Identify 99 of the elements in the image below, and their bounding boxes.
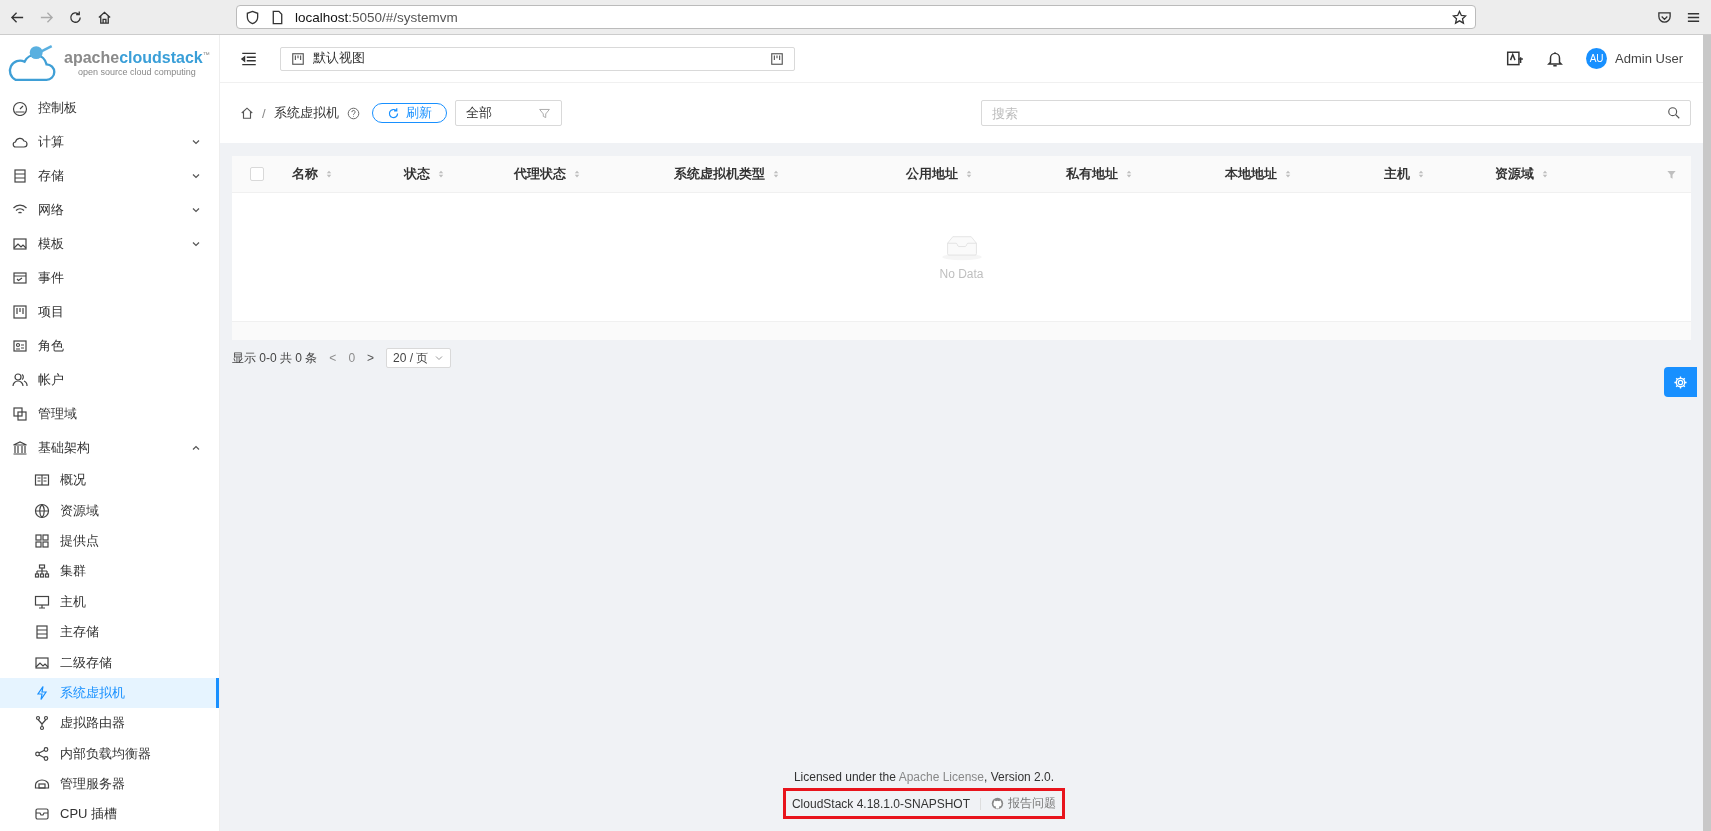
menu-item-icon <box>12 236 28 252</box>
menu-item-icon <box>34 593 50 610</box>
empty-inbox-icon <box>940 233 983 261</box>
filter-icon <box>537 106 551 120</box>
sort-icon[interactable] <box>966 169 972 179</box>
sort-icon[interactable] <box>1418 169 1424 179</box>
chevron-icon <box>434 353 445 363</box>
shield-icon <box>245 9 260 25</box>
home-icon[interactable] <box>240 106 254 120</box>
menu-item-icon <box>12 270 28 286</box>
sidebar-item[interactable]: 提供点 <box>0 525 219 557</box>
pagination-summary: 显示 0-0 共 0 条 <box>232 349 318 367</box>
version-text: CloudStack 4.18.1.0-SNAPSHOT <box>791 796 971 811</box>
sort-icon[interactable] <box>438 169 444 179</box>
page-icon <box>270 9 285 25</box>
menu-item-icon <box>34 654 50 671</box>
sidebar-item[interactable]: 模板 <box>0 227 219 261</box>
menu-item-icon <box>12 440 28 456</box>
settings-button[interactable] <box>1664 367 1697 397</box>
star-icon[interactable] <box>1452 9 1467 25</box>
settings-icon <box>1673 374 1688 390</box>
column-header[interactable]: 代理状态 <box>514 165 566 183</box>
column-header[interactable]: 资源域 <box>1495 165 1534 183</box>
filter-select[interactable]: 全部 <box>454 100 562 126</box>
license-text: Licensed under the Apache License, Version 2.0. <box>793 770 1055 784</box>
column-header[interactable]: 本地地址 <box>1225 165 1277 183</box>
filter-icon[interactable] <box>1665 168 1677 180</box>
address-bar[interactable]: localhost:5050/#/systemvm <box>236 5 1476 29</box>
sidebar-item[interactable]: 集群 <box>0 556 219 587</box>
menu-item-icon <box>12 100 28 116</box>
reload-icon <box>386 106 400 120</box>
sort-icon[interactable] <box>1285 169 1291 179</box>
menu-item-icon <box>34 715 50 732</box>
report-issue-link[interactable]: 报告问题 <box>991 795 1057 812</box>
page-size-select[interactable]: 20 / 页 <box>386 348 452 368</box>
sidebar-item[interactable]: 概况 <box>0 465 219 496</box>
sidebar-item[interactable]: 虚拟路由器 <box>0 708 219 739</box>
view-selector[interactable]: 默认视图 <box>280 46 795 71</box>
user-name[interactable]: Admin User <box>1615 51 1683 66</box>
sort-icon[interactable] <box>326 169 332 179</box>
menu-item-icon <box>34 684 50 701</box>
sidebar-item[interactable]: 内部负载均衡器 <box>0 738 219 769</box>
menu-item-icon <box>34 806 50 823</box>
url-text: localhost:5050/#/systemvm <box>295 9 458 25</box>
menu-item-icon <box>34 563 50 580</box>
sidebar-item[interactable]: 主存储 <box>0 616 219 648</box>
breadcrumb-separator: / <box>262 105 266 121</box>
sidebar-item[interactable]: 存储 <box>0 159 219 193</box>
sidebar-item[interactable]: 事件 <box>0 261 219 295</box>
column-header[interactable]: 名称 <box>292 165 318 183</box>
search-field[interactable]: 搜索 <box>981 100 1691 126</box>
sort-icon[interactable] <box>1126 169 1132 179</box>
sidebar-item[interactable]: 管理域 <box>0 397 219 431</box>
menu-item-icon <box>12 372 28 388</box>
menu-item-icon <box>12 304 28 320</box>
bell-icon[interactable] <box>1546 49 1565 68</box>
sort-icon[interactable] <box>1542 169 1548 179</box>
sidebar-item[interactable]: 主机 <box>0 586 219 617</box>
page-title: 系统虚拟机 <box>273 104 339 122</box>
empty-text: No Data <box>939 266 984 281</box>
help-icon[interactable] <box>346 106 360 120</box>
column-header[interactable]: 主机 <box>1384 165 1410 183</box>
menu-item-icon <box>34 532 50 549</box>
scrollbar[interactable] <box>1703 35 1711 831</box>
select-all-checkbox[interactable] <box>250 167 264 181</box>
next-page[interactable]: > <box>367 351 375 365</box>
sidebar-item[interactable]: CPU 插槽 <box>0 799 219 830</box>
column-header[interactable]: 公用地址 <box>906 165 958 183</box>
search-icon[interactable] <box>1667 106 1681 120</box>
sidebar-item[interactable]: 网络 <box>0 193 219 227</box>
sidebar-item[interactable]: 项目 <box>0 295 219 329</box>
sidebar-item[interactable]: 资源域 <box>0 495 219 526</box>
board-icon <box>291 51 305 66</box>
sidebar-item[interactable]: 帐户 <box>0 363 219 397</box>
menu-item-icon <box>34 472 50 489</box>
pocket-icon[interactable] <box>1657 9 1672 25</box>
board-icon <box>770 51 784 66</box>
menu-item-icon <box>34 502 50 519</box>
logo-tagline: open source cloud computing <box>78 67 196 77</box>
sidebar-item[interactable]: 管理服务器 <box>0 768 219 800</box>
column-header[interactable]: 状态 <box>404 165 430 183</box>
sidebar-item[interactable]: 控制板 <box>0 91 219 125</box>
sidebar-item[interactable]: 角色 <box>0 329 219 363</box>
sidebar-item[interactable]: 基础架构 <box>0 431 219 465</box>
menu-item-icon <box>12 338 28 354</box>
home-icon[interactable] <box>97 9 112 25</box>
column-header[interactable]: 私有地址 <box>1066 165 1118 183</box>
sidebar-item[interactable]: 二级存储 <box>0 647 219 678</box>
sidebar-item[interactable]: 计算 <box>0 125 219 159</box>
menu-item-icon <box>12 168 28 184</box>
translate-icon[interactable] <box>1506 49 1525 68</box>
menu-item-icon <box>12 406 28 422</box>
reload-icon[interactable] <box>68 9 83 25</box>
sort-icon[interactable] <box>773 169 779 179</box>
menu-item-icon <box>34 624 50 641</box>
menu-item-icon <box>34 745 50 762</box>
column-header[interactable]: 系统虚拟机类型 <box>674 165 765 183</box>
logo-brand: apachecloudstack$^{™}$ <box>64 49 210 66</box>
sort-icon[interactable] <box>574 169 580 179</box>
